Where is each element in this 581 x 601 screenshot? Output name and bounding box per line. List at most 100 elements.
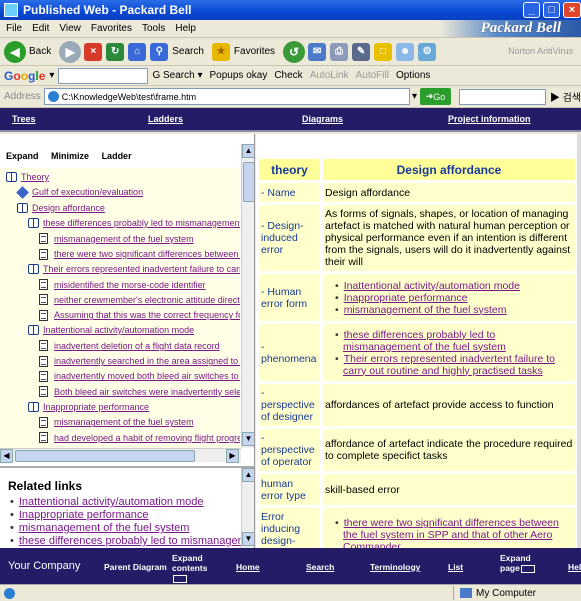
autofill[interactable]: AutoFill — [356, 70, 389, 81]
list-link[interactable]: List — [448, 562, 463, 572]
search-link[interactable]: Search — [306, 562, 334, 572]
scroll-up-icon[interactable]: ▲ — [242, 468, 254, 482]
tree-node[interactable]: misidentified the morse-code identifier — [39, 279, 206, 291]
scroll-left-icon[interactable]: ◀ — [0, 449, 13, 463]
tree-node-label[interactable]: Theory — [21, 172, 49, 182]
tree-node[interactable]: Gulf of execution/evaluation — [16, 185, 143, 199]
tree-node-label[interactable]: Inattentional activity/automation mode — [43, 325, 194, 335]
maximize-button[interactable]: □ — [543, 2, 560, 18]
home-link[interactable]: Home — [236, 562, 260, 572]
korean-search-input[interactable] — [458, 88, 546, 105]
refresh-icon[interactable]: ↻ — [106, 42, 125, 61]
search-button-label[interactable]: Search — [172, 46, 204, 57]
search-icon[interactable]: ⚲ — [150, 42, 169, 61]
tree-horizontal-scrollbar[interactable]: ◀ ▶ — [0, 448, 241, 463]
scroll-thumb[interactable] — [243, 162, 254, 202]
scroll-thumb[interactable] — [15, 450, 195, 462]
tree-node-label[interactable]: neither crewmember's electronic attitude… — [54, 295, 240, 305]
spell-check[interactable]: Check — [274, 70, 302, 81]
tree-node[interactable]: Inattentional activity/automation mode — [28, 325, 194, 335]
home-icon[interactable]: ⌂ — [128, 42, 147, 61]
tree-node[interactable]: Inappropriate performance — [28, 401, 149, 412]
nav-trees[interactable]: Trees — [12, 114, 36, 124]
norton-antivirus[interactable]: Norton AntiVirus — [508, 46, 573, 56]
autolink[interactable]: AutoLink — [310, 70, 349, 81]
related-link-item[interactable]: Inattentional activity/automation mode — [10, 496, 254, 509]
detail-link-item[interactable]: Inappropriate performance — [335, 292, 573, 304]
history-icon[interactable]: ↺ — [283, 40, 306, 63]
related-link[interactable]: these differences probably led to misman… — [19, 535, 254, 547]
menu-tools[interactable]: Tools — [142, 23, 165, 34]
tree-node[interactable]: mismanagement of the fuel system — [39, 233, 194, 245]
stop-icon[interactable]: × — [84, 42, 103, 61]
menu-edit[interactable]: Edit — [32, 23, 49, 34]
close-button[interactable]: × — [563, 2, 581, 18]
detail-link[interactable]: these differences probably led to misman… — [343, 329, 506, 353]
detail-link-item[interactable]: Inattentional activity/automation mode — [335, 280, 573, 292]
tree-node-label[interactable]: Inappropriate performance — [43, 402, 149, 412]
detail-scrollbar[interactable] — [577, 134, 581, 548]
tab-minimize[interactable]: Minimize — [51, 151, 89, 161]
back-icon[interactable]: ◀ — [4, 40, 26, 63]
korean-search-button[interactable]: ▶ 검색 — [550, 89, 581, 104]
go-button[interactable]: ➜ Go — [420, 88, 451, 105]
favorites-button-label[interactable]: Favorites — [234, 46, 275, 57]
tree-node-label[interactable]: Their errors represented inadvertent fai… — [43, 264, 240, 274]
detail-link[interactable]: Inappropriate performance — [344, 292, 468, 304]
tree-node-label[interactable]: inadvertent deletion of a flight data re… — [54, 341, 220, 351]
edit-icon[interactable]: ✎ — [352, 42, 371, 61]
tree-node[interactable]: Assuming that this was the correct frequ… — [39, 309, 240, 321]
detail-link[interactable]: there were two significant differences b… — [343, 517, 559, 548]
tab-expand[interactable]: Expand — [6, 151, 39, 161]
tree-node-label[interactable]: inadvertently moved both bleed air switc… — [54, 371, 240, 381]
print-icon[interactable]: ⎙ — [330, 42, 349, 61]
tree-node-label[interactable]: mismanagement of the fuel system — [54, 234, 194, 244]
tab-ladder[interactable]: Ladder — [102, 151, 132, 161]
detail-link-item[interactable]: Their errors represented inadvertent fai… — [335, 353, 573, 377]
scroll-down-icon[interactable]: ▼ — [242, 532, 254, 546]
tree-node[interactable]: Their errors represented inadvertent fai… — [28, 263, 240, 274]
scroll-right-icon[interactable]: ▶ — [226, 449, 239, 463]
detail-link[interactable]: mismanagement of the fuel system — [344, 304, 507, 316]
mail-icon[interactable]: ✉ — [308, 42, 327, 61]
tree-node[interactable]: neither crewmember's electronic attitude… — [39, 294, 240, 306]
tree-node-label[interactable]: Assuming that this was the correct frequ… — [54, 310, 240, 320]
menu-help[interactable]: Help — [175, 23, 196, 34]
detail-link[interactable]: Inattentional activity/automation mode — [344, 280, 520, 292]
scroll-down-icon[interactable]: ▼ — [242, 432, 254, 446]
tree-node[interactable]: Design affordance — [17, 202, 105, 213]
tree-node-label[interactable]: had developed a habit of removing flight… — [54, 433, 240, 443]
detail-link-item[interactable]: there were two significant differences b… — [335, 517, 573, 548]
tree-node-label[interactable]: Gulf of execution/evaluation — [32, 187, 143, 197]
tree-vertical-scrollbar[interactable]: ▲ ▼ — [241, 144, 254, 448]
tree-node-label[interactable]: Design affordance — [32, 203, 105, 213]
google-search-button[interactable]: G Search ▾ — [152, 70, 202, 81]
address-dropdown-icon[interactable]: ▾ — [412, 91, 417, 102]
detail-link-item[interactable]: mismanagement of the fuel system — [335, 304, 573, 316]
tree-node-label[interactable]: these differences probably led to misman… — [43, 218, 240, 228]
related-link-item[interactable]: Inappropriate performance — [10, 509, 254, 522]
detail-link-item[interactable]: these differences probably led to misman… — [335, 329, 573, 353]
terminology-link[interactable]: Terminology — [370, 562, 420, 572]
help-link[interactable]: Help — [568, 562, 581, 572]
parent-diagram-button[interactable]: Parent Diagram — [104, 562, 167, 572]
menu-favorites[interactable]: Favorites — [91, 23, 132, 34]
tree-node[interactable]: had developed a habit of removing flight… — [39, 432, 240, 444]
tool-icon[interactable]: ⚙ — [418, 42, 437, 61]
related-link-item[interactable]: these differences probably led to misman… — [10, 535, 254, 548]
expand-page-button[interactable]: Expand page — [500, 553, 536, 573]
scroll-up-icon[interactable]: ▲ — [242, 144, 254, 158]
tree-node[interactable]: there were two significant differences b… — [39, 248, 240, 260]
nav-project-information[interactable]: Project information — [448, 114, 531, 124]
menu-view[interactable]: View — [59, 23, 81, 34]
tree-node-label[interactable]: there were two significant differences b… — [54, 249, 240, 259]
popups-okay[interactable]: Popups okay — [210, 70, 268, 81]
tree-node[interactable]: Both bleed air switches were inadvertent… — [39, 386, 240, 398]
tree-node-label[interactable]: misidentified the morse-code identifier — [54, 280, 206, 290]
tree-node[interactable]: inadvertently moved both bleed air switc… — [39, 370, 240, 382]
tree-node[interactable]: inadvertent deletion of a flight data re… — [39, 340, 220, 352]
related-link-item[interactable]: mismanagement of the fuel system — [10, 522, 254, 535]
expand-contents-button[interactable]: Expand contents — [172, 553, 216, 583]
related-link[interactable]: mismanagement of the fuel system — [19, 522, 190, 534]
nav-diagrams[interactable]: Diagrams — [302, 114, 343, 124]
